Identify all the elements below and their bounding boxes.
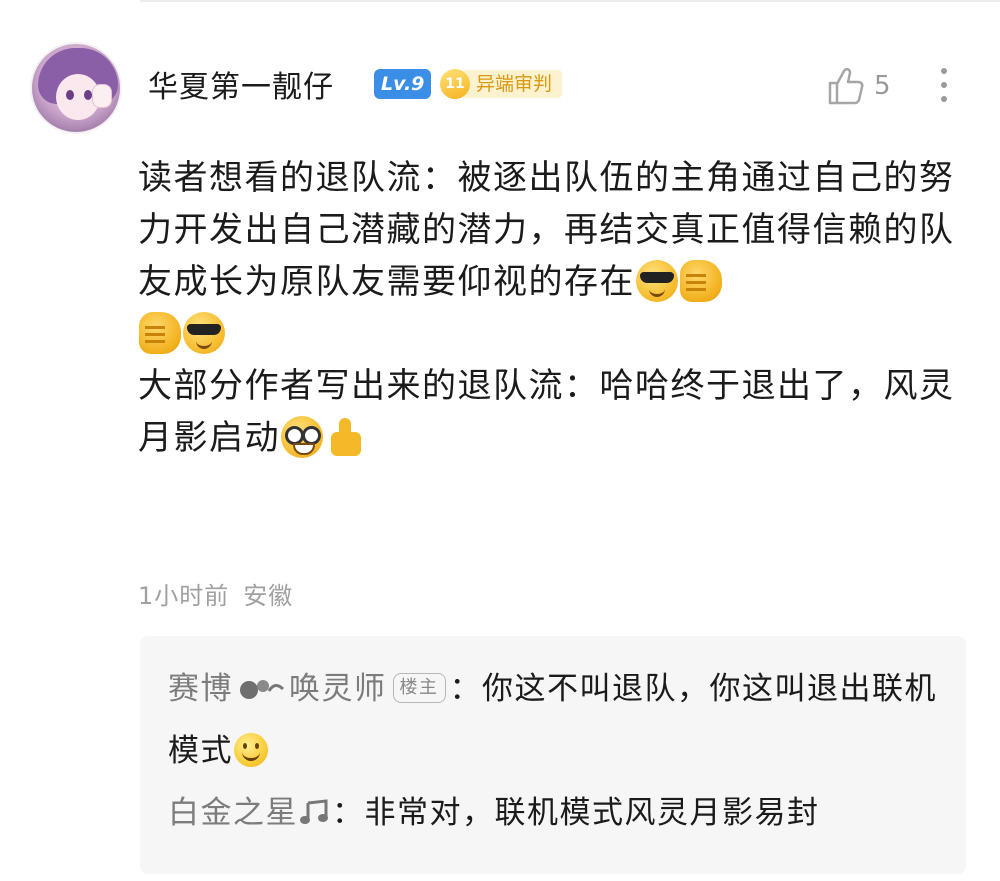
thumbs-up-emoji bbox=[325, 416, 367, 458]
top-divider bbox=[140, 0, 1000, 2]
music-note-icon bbox=[300, 798, 328, 824]
content-text-1: 读者想看的退队流：被逐出队伍的主角通过自己的努力开发出自己潜藏的潜力，再结交真正… bbox=[138, 158, 955, 302]
like-count: 5 bbox=[874, 71, 891, 101]
reply-author-part2: 唤灵师 bbox=[289, 671, 387, 707]
post-time: 1小时前 bbox=[138, 582, 230, 610]
thumbs-up-outline-icon bbox=[828, 68, 864, 105]
smile-emoji bbox=[234, 732, 268, 767]
owner-tag: 楼主 bbox=[392, 672, 446, 703]
author-name[interactable]: 华夏第一靓仔 bbox=[148, 62, 334, 106]
post-location: 安徽 bbox=[243, 582, 294, 610]
reply-author[interactable]: 白金之星 bbox=[168, 795, 298, 831]
fist-bump-emoji bbox=[139, 311, 181, 354]
reply-text: 非常对，联机模式风灵月影易封 bbox=[364, 795, 820, 831]
post-content: 读者想看的退队流：被逐出队伍的主角通过自己的努力开发出自己潜藏的潜力，再结交真正… bbox=[138, 152, 968, 464]
reply-item[interactable]: 白金之星 ：非常对，联机模式风灵月影易封 bbox=[168, 782, 938, 844]
reply-item[interactable]: 赛博 唤灵师 楼主 ：你这不叫退队，你这叫退出联机模式 bbox=[168, 658, 938, 782]
like-button[interactable]: 5 bbox=[826, 66, 891, 106]
reply-separator: ： bbox=[332, 795, 365, 831]
user-avatar[interactable] bbox=[30, 42, 122, 134]
medal-label: 异端审判 bbox=[464, 70, 563, 98]
fan-medal[interactable]: 11 异端审判 bbox=[440, 66, 563, 102]
content-text-2: 大部分作者写出来的退队流：哈哈终于退出了，风灵月影启动 bbox=[138, 366, 955, 458]
nerd-emoji bbox=[281, 415, 323, 458]
decoration-icon bbox=[240, 679, 285, 699]
reply-separator: ： bbox=[449, 671, 482, 707]
content-paragraph-2: 大部分作者写出来的退队流：哈哈终于退出了，风灵月影启动 bbox=[138, 360, 968, 464]
medal-gem-icon: 11 bbox=[440, 69, 470, 99]
post-meta: 1小时前 安徽 bbox=[138, 576, 293, 611]
fist-bump-emoji bbox=[680, 259, 722, 302]
reply-author[interactable]: 赛博 唤灵师 bbox=[168, 671, 387, 707]
reply-author-part1: 赛博 bbox=[168, 671, 233, 707]
sunglasses-emoji bbox=[636, 259, 678, 302]
vertical-dots-icon[interactable] bbox=[934, 64, 954, 108]
reply-preview-box[interactable]: 赛博 唤灵师 楼主 ：你这不叫退队，你这叫退出联机模式 白金之星 ：非常对，联机模式风灵… bbox=[140, 636, 966, 874]
level-badge: Lv.9 bbox=[374, 69, 432, 99]
sunglasses-emoji bbox=[183, 311, 225, 354]
content-paragraph-1: 读者想看的退队流：被逐出队伍的主角通过自己的努力开发出自己潜藏的潜力，再结交真正… bbox=[138, 152, 968, 360]
